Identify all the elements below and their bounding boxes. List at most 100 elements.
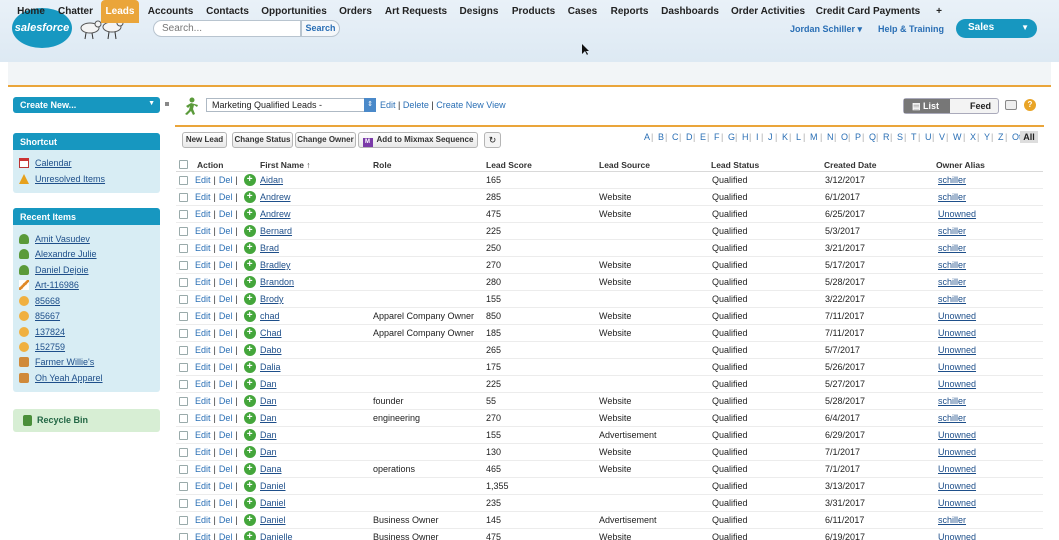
row-checkbox[interactable]	[179, 516, 188, 525]
tab-dashboards[interactable]: Dashboards	[660, 0, 720, 23]
column-header-lead-status[interactable]: Lead Status	[711, 160, 759, 170]
recent-item[interactable]: Amit Vasudev	[19, 233, 90, 245]
refresh-icon[interactable]: ↻	[484, 132, 501, 148]
cell-owner-alias[interactable]: schiller	[938, 294, 966, 304]
row-checkbox[interactable]	[179, 448, 188, 457]
cell-owner-alias[interactable]: Unowned	[938, 430, 976, 440]
select-all-checkbox[interactable]	[179, 160, 188, 169]
cell-first-name[interactable]: Bradley	[260, 260, 291, 270]
cell-first-name[interactable]: Daniel	[260, 498, 286, 508]
cell-first-name[interactable]: Daniel	[260, 515, 286, 525]
change-owner-button[interactable]: Change Owner	[295, 132, 356, 148]
recent-item[interactable]: Daniel Dejoie	[19, 264, 89, 276]
tab-reports[interactable]: Reports	[606, 0, 653, 23]
cell-first-name[interactable]: Danielle	[260, 532, 293, 540]
row-checkbox[interactable]	[179, 533, 188, 540]
cell-owner-alias[interactable]: Unowned	[938, 328, 976, 338]
alphabet-letter[interactable]: K	[782, 132, 788, 142]
tab-art-requests[interactable]: Art Requests	[382, 0, 450, 23]
tab-products[interactable]: Products	[509, 0, 558, 23]
create-view-link[interactable]: Create New View	[436, 100, 505, 110]
tab-home[interactable]: Home	[12, 0, 50, 23]
new-lead-button[interactable]: New Lead	[182, 132, 227, 148]
row-checkbox[interactable]	[179, 261, 188, 270]
add-icon[interactable]: +	[243, 531, 256, 540]
edit-link[interactable]: Edit	[195, 209, 211, 219]
column-header-lead-source[interactable]: Lead Source	[599, 160, 650, 170]
row-checkbox[interactable]	[179, 193, 188, 202]
cell-first-name[interactable]: Dan	[260, 413, 277, 423]
cell-owner-alias[interactable]: Unowned	[938, 464, 976, 474]
row-checkbox[interactable]	[179, 210, 188, 219]
cell-owner-alias[interactable]: Unowned	[938, 447, 976, 457]
del-link[interactable]: Del	[219, 277, 233, 287]
feed-view-button[interactable]: Feed	[950, 99, 998, 113]
cell-owner-alias[interactable]: schiller	[938, 277, 966, 287]
alphabet-letter[interactable]: F	[714, 132, 720, 142]
edit-link[interactable]: Edit	[195, 328, 211, 338]
recent-item[interactable]: Art-116986	[19, 279, 79, 291]
cell-owner-alias[interactable]: schiller	[938, 243, 966, 253]
row-checkbox[interactable]	[179, 397, 188, 406]
app-switcher[interactable]: Sales ▼	[956, 19, 1037, 38]
row-checkbox[interactable]	[179, 244, 188, 253]
edit-link[interactable]: Edit	[195, 192, 211, 202]
del-link[interactable]: Del	[219, 447, 233, 457]
add-icon[interactable]: +	[243, 174, 256, 186]
sidebar-collapse-handle[interactable]	[165, 102, 169, 106]
tab-chatter[interactable]: Chatter	[55, 0, 96, 23]
cell-first-name[interactable]: chad	[260, 311, 280, 321]
view-select[interactable]: Marketing Qualified Leads - ⇕	[206, 98, 376, 112]
sidebar-item-unresolved[interactable]: Unresolved Items	[19, 173, 105, 185]
del-link[interactable]: Del	[219, 209, 233, 219]
add-icon[interactable]: +	[243, 412, 256, 424]
alphabet-letter[interactable]: E	[700, 132, 706, 142]
alphabet-letter[interactable]: C	[672, 132, 679, 142]
alphabet-letter[interactable]: O	[841, 132, 848, 142]
recent-item[interactable]: 85667	[19, 310, 60, 322]
del-link[interactable]: Del	[219, 396, 233, 406]
create-new-dropdown[interactable]: Create New... ▼	[13, 97, 160, 113]
alphabet-letter[interactable]: I	[756, 132, 759, 142]
add-icon[interactable]: +	[243, 327, 256, 339]
add-icon[interactable]: +	[243, 225, 256, 237]
edit-link[interactable]: Edit	[195, 447, 211, 457]
row-checkbox[interactable]	[179, 295, 188, 304]
edit-link[interactable]: Edit	[195, 515, 211, 525]
add-icon[interactable]: +	[243, 242, 256, 254]
cell-owner-alias[interactable]: Unowned	[938, 345, 976, 355]
edit-link[interactable]: Edit	[195, 498, 211, 508]
help-icon[interactable]: ?	[1024, 99, 1036, 111]
add-icon[interactable]: +	[243, 480, 256, 492]
cell-owner-alias[interactable]: Unowned	[938, 379, 976, 389]
del-link[interactable]: Del	[219, 175, 233, 185]
cell-first-name[interactable]: Dan	[260, 379, 277, 389]
add-icon[interactable]: +	[243, 446, 256, 458]
recent-item[interactable]: 85668	[19, 295, 60, 307]
edit-link[interactable]: Edit	[195, 396, 211, 406]
cell-owner-alias[interactable]: Unowned	[938, 532, 976, 540]
cell-owner-alias[interactable]: schiller	[938, 192, 966, 202]
cell-owner-alias[interactable]: Unowned	[938, 498, 976, 508]
edit-link[interactable]: Edit	[195, 464, 211, 474]
row-checkbox[interactable]	[179, 380, 188, 389]
add-icon[interactable]: +	[243, 514, 256, 526]
add-icon[interactable]: +	[243, 395, 256, 407]
row-checkbox[interactable]	[179, 499, 188, 508]
edit-link[interactable]: Edit	[195, 362, 211, 372]
recycle-bin-link[interactable]: Recycle Bin	[13, 409, 160, 432]
del-link[interactable]: Del	[219, 413, 233, 423]
user-menu[interactable]: Jordan Schiller ▾	[790, 24, 862, 35]
edit-link[interactable]: Edit	[195, 413, 211, 423]
del-link[interactable]: Del	[219, 515, 233, 525]
cell-first-name[interactable]: Brad	[260, 243, 279, 253]
cell-owner-alias[interactable]: Unowned	[938, 209, 976, 219]
del-link[interactable]: Del	[219, 345, 233, 355]
print-icon[interactable]	[1005, 100, 1017, 110]
alphabet-letter[interactable]: J	[768, 132, 773, 142]
recent-item[interactable]: 137824	[19, 326, 65, 338]
cell-first-name[interactable]: Dan	[260, 430, 277, 440]
column-header-first-name[interactable]: First Name ↑	[260, 160, 311, 170]
row-checkbox[interactable]	[179, 329, 188, 338]
edit-link[interactable]: Edit	[195, 345, 211, 355]
